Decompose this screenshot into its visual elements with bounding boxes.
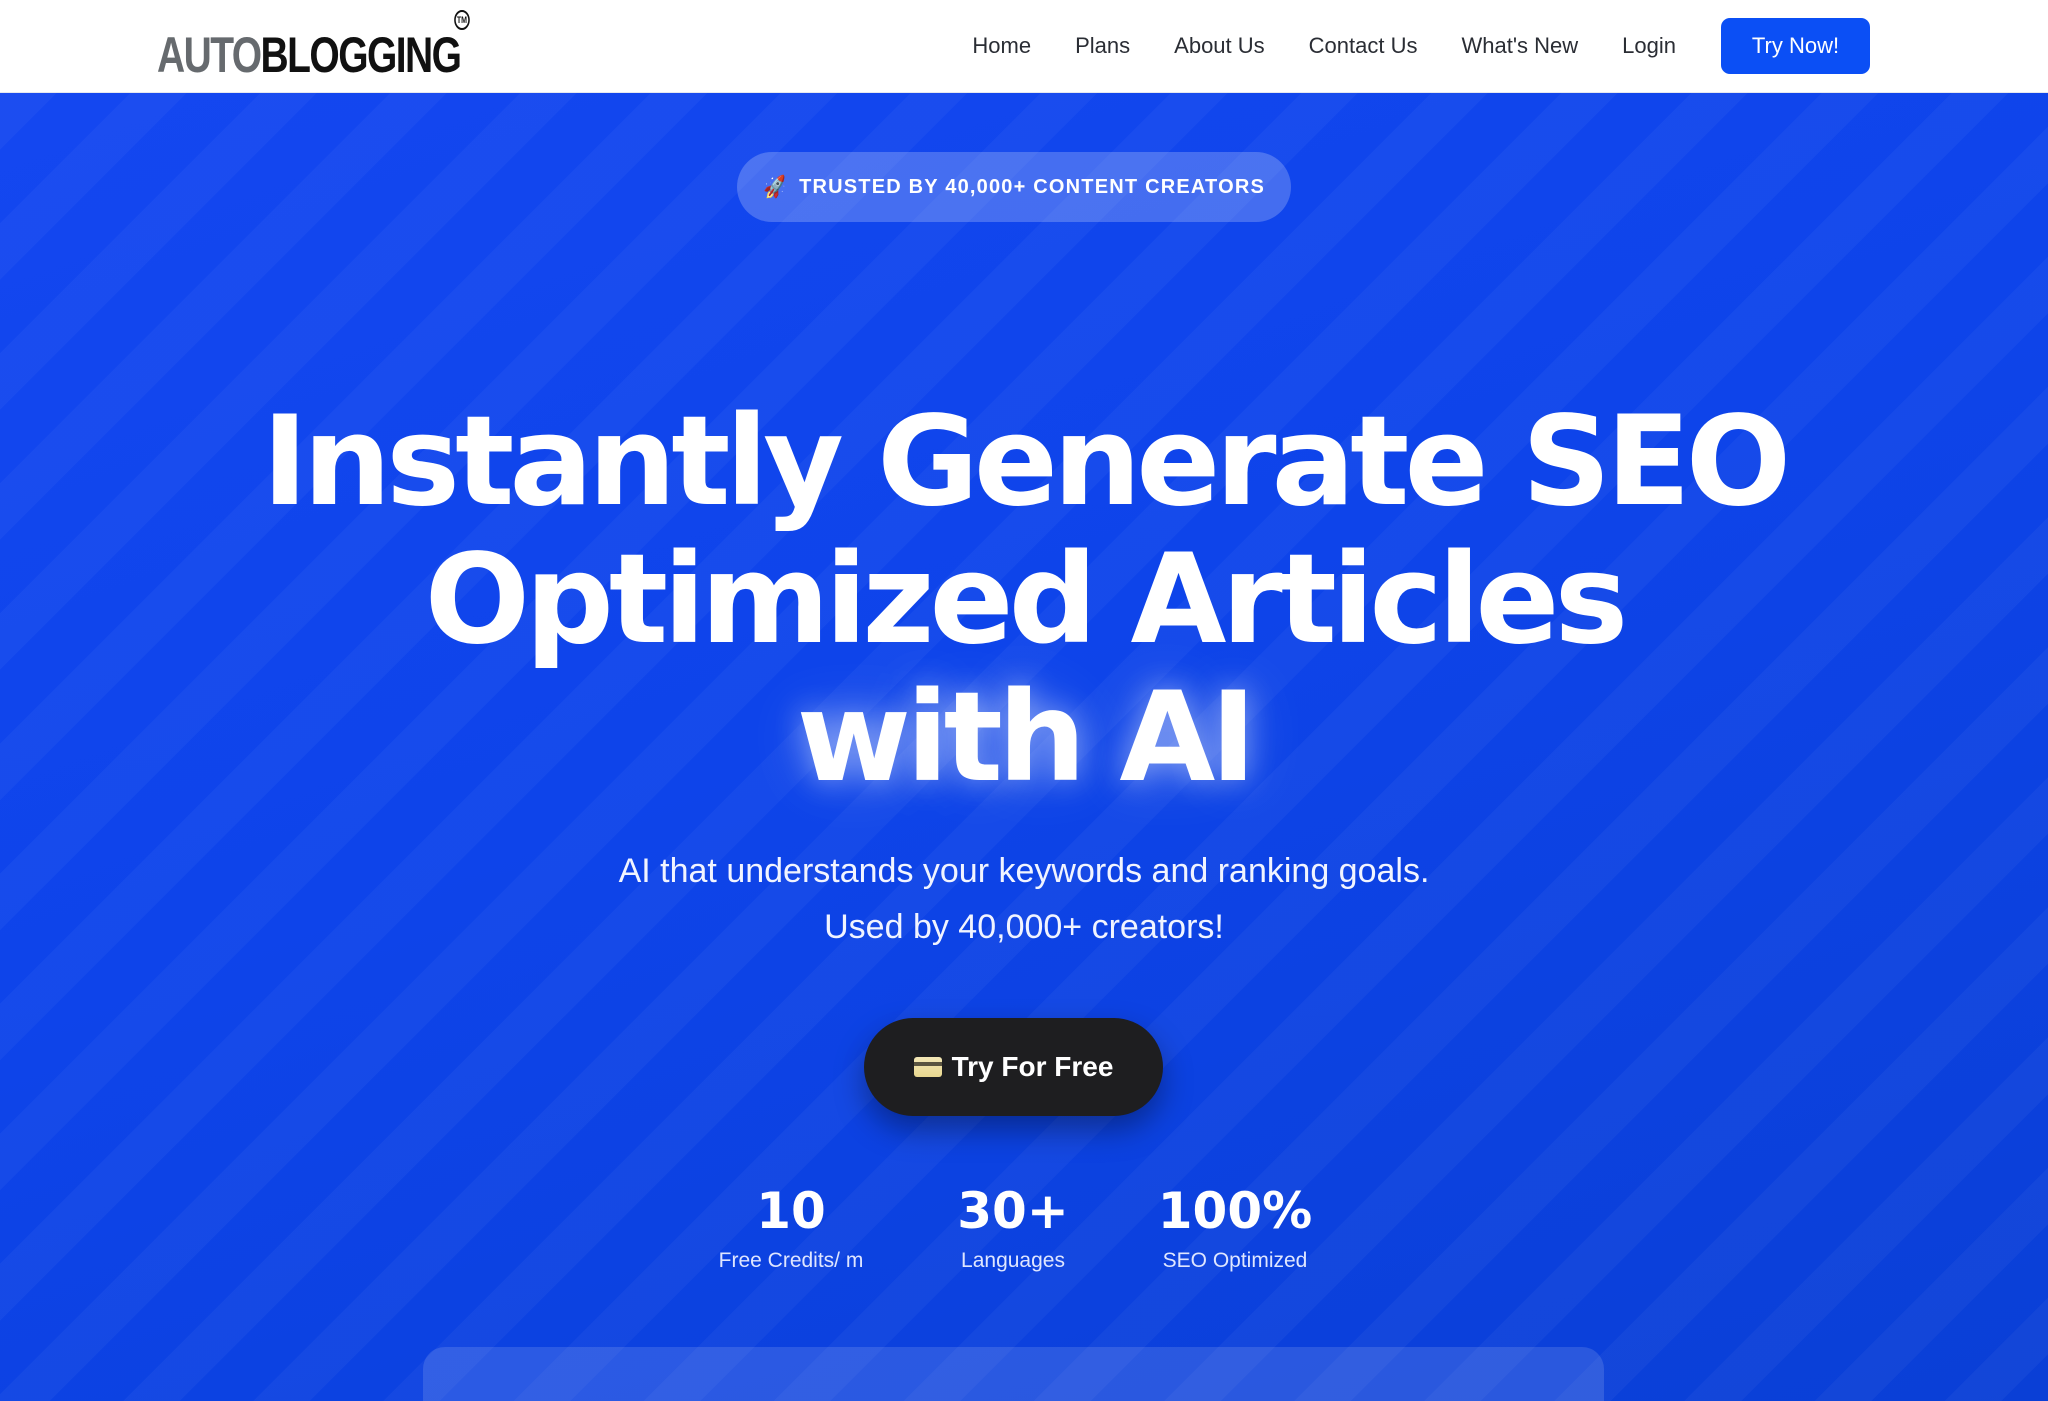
try-now-button[interactable]: Try Now!: [1721, 18, 1870, 74]
stat-seo-optimized: 100% SEO Optimized: [1135, 1181, 1335, 1273]
nav-whats-new[interactable]: What's New: [1461, 33, 1578, 59]
try-for-free-label: Try For Free: [951, 1051, 1114, 1082]
subtext-line-1: AI that understands your keywords and ra…: [618, 852, 1430, 890]
stat-label: SEO Optimized: [1162, 1249, 1308, 1272]
stat-value: 30+: [957, 1182, 1069, 1240]
headline-line-3: with AI: [796, 666, 1257, 810]
logo[interactable]: AUTO BLOGGING TM: [157, 10, 470, 83]
hero-subtext: AI that understands your keywords and ra…: [0, 843, 2048, 955]
stat-label: Languages: [961, 1249, 1065, 1272]
nav-home[interactable]: Home: [972, 33, 1031, 59]
logo-auto-text: AUTO: [157, 27, 262, 83]
nav-login[interactable]: Login: [1622, 33, 1676, 59]
hero-headline: Instantly Generate SEO Optimized Article…: [0, 393, 2048, 807]
stat-free-credits: 10 Free Credits/ m: [691, 1181, 891, 1273]
preview-card: [423, 1347, 1604, 1401]
rocket-icon: 🚀: [761, 174, 791, 201]
stat-value: 100%: [1157, 1182, 1313, 1240]
try-for-free-button[interactable]: Try For Free: [864, 1018, 1163, 1116]
subtext-line-2: Used by 40,000+ creators!: [824, 908, 1224, 946]
headline-line-2: Optimized Articles: [424, 528, 1629, 672]
stats-row: 10 Free Credits/ m 30+ Languages 100% SE…: [0, 1181, 2048, 1291]
trust-badge: 🚀 TRUSTED BY 40,000+ CONTENT CREATORS: [737, 152, 1291, 222]
nav-about-us[interactable]: About Us: [1174, 33, 1265, 59]
nav-plans[interactable]: Plans: [1075, 33, 1130, 59]
trademark-icon: TM: [454, 10, 470, 30]
nav-contact-us[interactable]: Contact Us: [1309, 33, 1418, 59]
hero-section: 🚀 TRUSTED BY 40,000+ CONTENT CREATORS In…: [0, 93, 2048, 1401]
stat-languages: 30+ Languages: [913, 1181, 1113, 1273]
logo-blogging-text: BLOGGING: [260, 27, 462, 83]
stat-label: Free Credits/ m: [718, 1249, 864, 1272]
headline-line-1: Instantly Generate SEO: [261, 390, 1791, 534]
main-nav: Home Plans About Us Contact Us What's Ne…: [972, 18, 1870, 74]
credit-card-icon: [913, 1057, 942, 1077]
site-header: AUTO BLOGGING TM Home Plans About Us Cont…: [0, 0, 2048, 93]
stat-value: 10: [756, 1182, 826, 1240]
trust-badge-text: TRUSTED BY 40,000+ CONTENT CREATORS: [799, 175, 1266, 198]
